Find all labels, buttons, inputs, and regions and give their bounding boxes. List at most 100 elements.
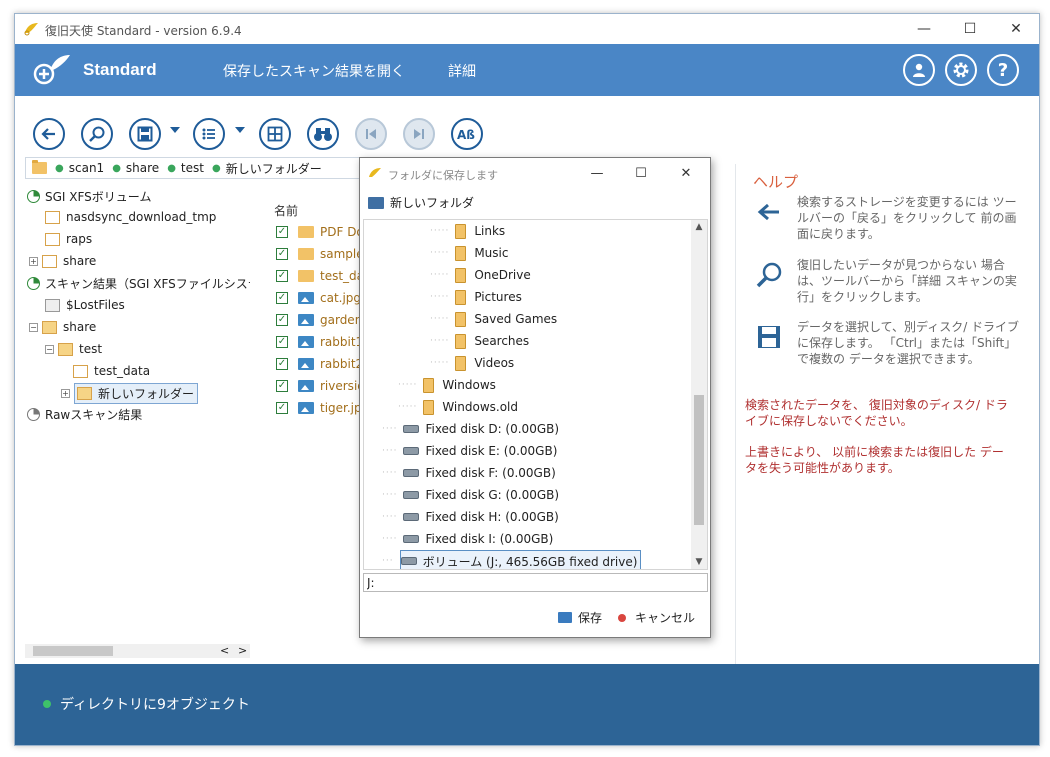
checkbox[interactable]: ✓	[276, 358, 288, 370]
scroll-right-button[interactable]: >	[238, 644, 247, 657]
details-link[interactable]: 詳細	[448, 61, 476, 81]
next-button[interactable]	[403, 118, 435, 150]
new-folder-button[interactable]: 新しいフォルダ	[368, 194, 474, 211]
character-encoding-icon: Aß	[457, 128, 475, 142]
dialog-save-button[interactable]: 保存	[558, 609, 602, 626]
file-row[interactable]: ✓ cat.jpg	[276, 287, 361, 309]
folder-icon	[45, 232, 60, 246]
checkbox[interactable]: ✓	[276, 314, 288, 326]
maximize-button[interactable]: ☐	[947, 14, 993, 44]
column-header-name[interactable]: 名前	[274, 202, 298, 219]
image-file-icon	[298, 336, 314, 348]
dialog-drive-item[interactable]: ···· Fixed disk H: (0.00GB)	[382, 506, 559, 528]
back-button[interactable]	[33, 118, 65, 150]
tree-node-xfs-volume[interactable]: SGI XFSボリューム	[27, 186, 151, 206]
breadcrumb-item[interactable]: test	[181, 161, 204, 175]
account-button[interactable]	[903, 54, 935, 86]
tree-node-label: raps	[66, 232, 93, 246]
tree-node-share[interactable]: + share	[29, 251, 96, 271]
tree-node-label: 新しいフォルダー	[98, 386, 195, 401]
checkbox[interactable]: ✓	[276, 380, 288, 392]
help-title: ヘルプ	[753, 173, 799, 191]
save-button[interactable]	[129, 118, 161, 150]
app-logo-icon	[33, 55, 70, 85]
tree-node-selected[interactable]: 新しいフォルダー	[74, 382, 199, 404]
dialog-folder-item[interactable]: ····· OneDrive	[430, 264, 531, 286]
dialog-folder-item[interactable]: ····· Pictures	[430, 286, 522, 308]
tree-node-new-folder[interactable]: + 新しいフォルダー	[61, 382, 199, 404]
expand-plus-icon[interactable]: +	[61, 388, 70, 398]
dialog-drive-item[interactable]: ···· Fixed disk I: (0.00GB)	[382, 528, 553, 550]
tree-node-test-data[interactable]: test_data	[73, 361, 150, 381]
drive-label: Fixed disk F: (0.00GB)	[425, 466, 556, 480]
deep-scan-button[interactable]	[81, 118, 113, 150]
scrollbar-thumb[interactable]	[694, 395, 704, 525]
collapse-minus-icon[interactable]: −	[29, 322, 38, 332]
image-file-icon	[298, 402, 314, 414]
file-row[interactable]: ✓ sample	[276, 243, 364, 265]
dialog-vertical-scrollbar[interactable]: ▲ ▼	[691, 220, 707, 569]
back-arrow-icon	[757, 203, 779, 221]
dialog-folder-item[interactable]: ····· Links	[430, 220, 505, 242]
tree-node-raps[interactable]: raps	[45, 229, 92, 249]
checkbox[interactable]: ✓	[276, 226, 288, 238]
dialog-cancel-button[interactable]: キャンセル	[618, 609, 695, 626]
checkbox[interactable]: ✓	[276, 248, 288, 260]
breadcrumb-item[interactable]: scan1	[69, 161, 104, 175]
tree-node-share-scan[interactable]: − share	[29, 317, 96, 337]
dialog-folder-item[interactable]: ····· Music	[430, 242, 508, 264]
checkbox[interactable]: ✓	[276, 270, 288, 282]
tree-node-lostfiles[interactable]: $LostFiles	[45, 295, 125, 315]
dialog-folder-item[interactable]: ····· Videos	[430, 352, 514, 374]
settings-button[interactable]	[945, 54, 977, 86]
find-button[interactable]	[307, 118, 339, 150]
help-button[interactable]: ?	[987, 54, 1019, 86]
tree-horizontal-scrollbar[interactable]: < >	[25, 644, 250, 658]
dialog-drive-item[interactable]: ···· Fixed disk F: (0.00GB)	[382, 462, 556, 484]
breadcrumb-item[interactable]: share	[126, 161, 159, 175]
previous-button[interactable]	[355, 118, 387, 150]
view-dropdown-arrow[interactable]	[235, 127, 245, 133]
collapse-minus-icon[interactable]: −	[45, 344, 54, 354]
dialog-minimize-button[interactable]: —	[574, 158, 620, 188]
tree-node-test[interactable]: − test	[45, 339, 102, 359]
checkbox[interactable]: ✓	[276, 292, 288, 304]
encoding-button[interactable]: Aß	[451, 118, 483, 150]
minimize-button[interactable]: —	[901, 14, 947, 44]
tree-node-scan-results[interactable]: スキャン結果（SGI XFSファイルシステム）	[27, 273, 250, 293]
dialog-folder-item[interactable]: ····· Windows	[398, 374, 496, 396]
dialog-drive-item[interactable]: ···· Fixed disk E: (0.00GB)	[382, 440, 557, 462]
partition-pie-icon	[27, 407, 40, 421]
scroll-down-arrow-icon[interactable]: ▼	[691, 557, 707, 567]
dialog-close-button[interactable]: ✕	[663, 158, 709, 188]
expand-plus-icon[interactable]: +	[29, 256, 38, 266]
dialog-drive-item[interactable]: ···· Fixed disk G: (0.00GB)	[382, 484, 559, 506]
dialog-folder-tree: ····· Links ····· Music ····· OneDrive ····…	[363, 219, 708, 570]
dialog-folder-item[interactable]: ····· Saved Games	[430, 308, 557, 330]
grid-view-button[interactable]	[259, 118, 291, 150]
folder-label: Links	[474, 224, 506, 238]
dialog-maximize-button[interactable]: ☐	[618, 158, 664, 188]
close-button[interactable]: ✕	[993, 14, 1039, 44]
tree-node-nasdsync[interactable]: nasdsync_download_tmp	[45, 207, 216, 227]
view-list-button[interactable]	[193, 118, 225, 150]
checkbox[interactable]: ✓	[276, 336, 288, 348]
brand-label: Standard	[83, 60, 157, 79]
breadcrumb-item[interactable]: 新しいフォルダー	[226, 160, 322, 177]
file-row[interactable]: ✓ tiger.jpg	[276, 397, 369, 419]
save-dropdown-arrow[interactable]	[170, 127, 180, 133]
open-saved-scan-link[interactable]: 保存したスキャン結果を開く	[223, 61, 405, 81]
scrollbar-thumb[interactable]	[33, 646, 113, 656]
dialog-drive-item-selected[interactable]: ボリューム (J:, 465.56GB fixed drive)	[399, 550, 642, 569]
grid-icon	[267, 126, 283, 142]
drive-label: ボリューム (J:, 465.56GB fixed drive)	[422, 554, 638, 569]
dialog-folder-item[interactable]: ····· Windows.old	[398, 396, 518, 418]
tree-node-raw-scan[interactable]: Rawスキャン結果	[27, 404, 142, 424]
new-folder-label: 新しいフォルダ	[390, 196, 475, 210]
destination-path-input[interactable]	[363, 573, 708, 592]
checkbox[interactable]: ✓	[276, 402, 288, 414]
dialog-drive-item[interactable]: ···· Fixed disk D: (0.00GB)	[382, 418, 559, 440]
dialog-folder-item[interactable]: ····· Searches	[430, 330, 529, 352]
scroll-up-arrow-icon[interactable]: ▲	[691, 222, 707, 232]
scroll-left-button[interactable]: <	[220, 644, 229, 657]
